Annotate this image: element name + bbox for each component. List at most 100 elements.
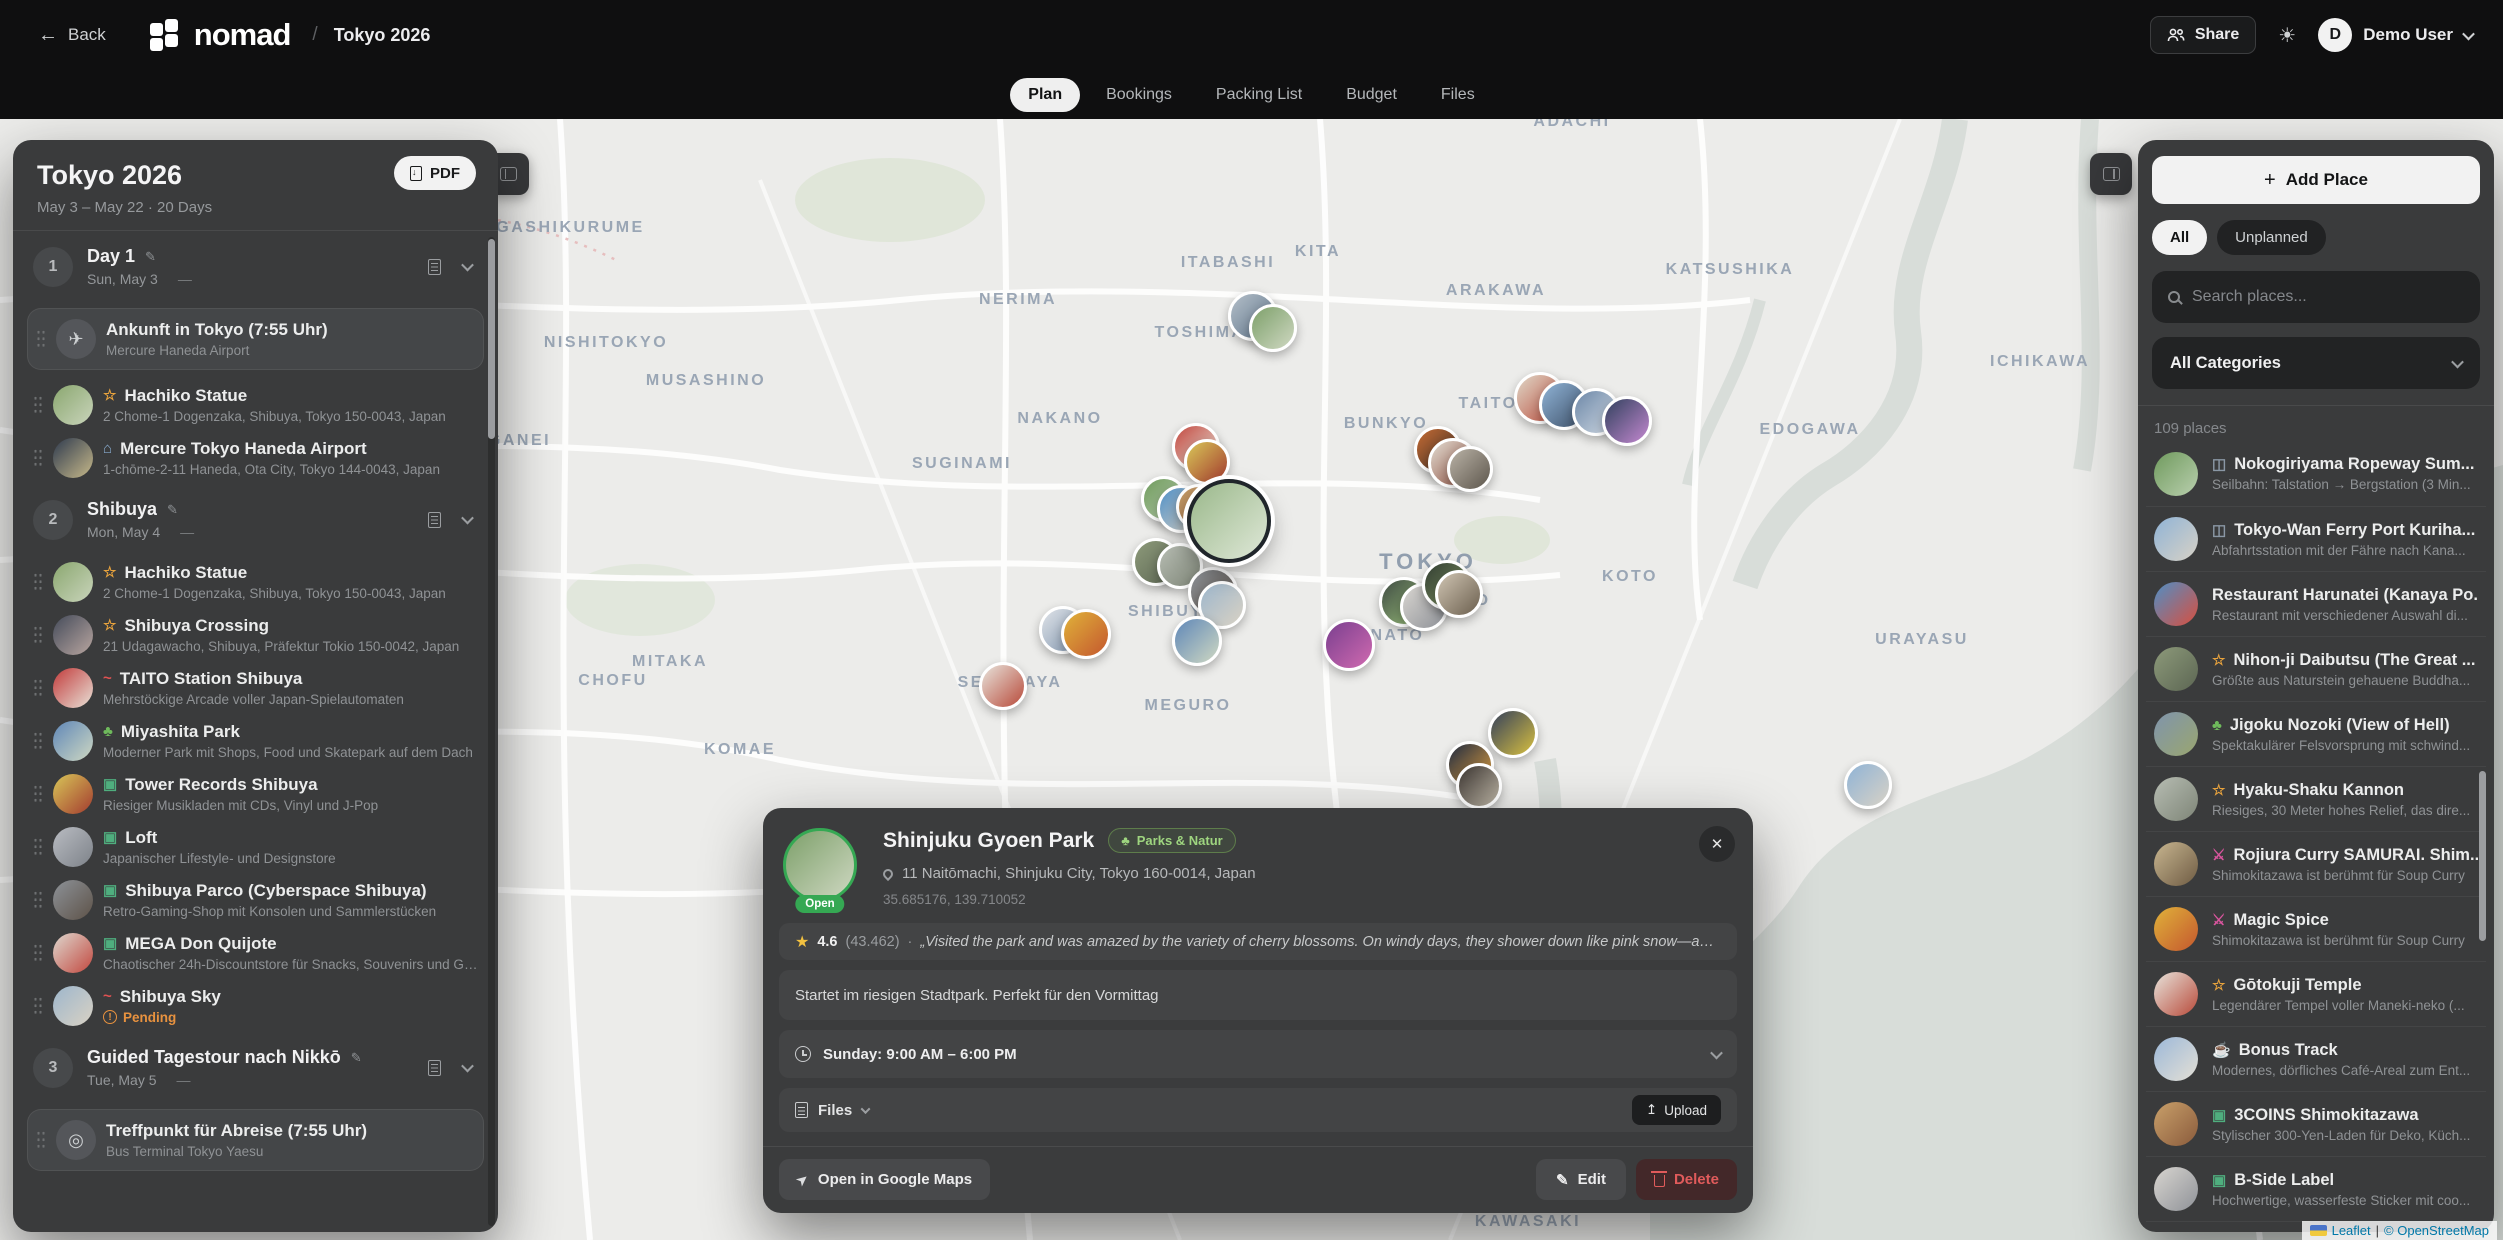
map-marker[interactable] xyxy=(1061,609,1111,659)
export-pdf-button[interactable]: PDF xyxy=(394,156,476,190)
place-list-item[interactable]: ⚔Rojiura Curry SAMURAI. Shim... Shimokit… xyxy=(2146,831,2486,896)
map-marker[interactable] xyxy=(1435,570,1483,618)
day-number-badge: 2 xyxy=(33,500,73,540)
map-marker-selected[interactable] xyxy=(1187,479,1271,563)
close-button[interactable]: ✕ xyxy=(1699,826,1735,862)
drag-handle-icon[interactable] xyxy=(36,329,46,349)
chevron-down-icon[interactable] xyxy=(461,1060,474,1073)
scrollbar-thumb[interactable] xyxy=(2479,771,2486,941)
day-header[interactable]: 3 Guided Tagestour nach Nikkō ✎ Tue, May… xyxy=(13,1032,498,1103)
chevron-down-icon xyxy=(861,1104,871,1114)
user-menu[interactable]: D Demo User xyxy=(2318,18,2473,52)
tab-files[interactable]: Files xyxy=(1423,78,1493,112)
category-filter-dropdown[interactable]: All Categories xyxy=(2152,337,2480,389)
place-list[interactable]: ◫Nokogiriyama Ropeway Sum... Seilbahn: T… xyxy=(2146,441,2486,1232)
day-notes-icon[interactable] xyxy=(428,512,441,528)
drag-handle-icon[interactable] xyxy=(33,996,43,1016)
map-marker[interactable] xyxy=(1249,304,1297,352)
itinerary-item[interactable]: ▣Tower Records Shibuya Riesiger Musiklad… xyxy=(25,767,486,820)
upload-button[interactable]: ↥ Upload xyxy=(1632,1095,1721,1125)
tab-budget[interactable]: Budget xyxy=(1328,78,1415,112)
itinerary-item[interactable]: ▣MEGA Don Quijote Chaotischer 24h-Discou… xyxy=(25,926,486,979)
right-panel-collapse-button[interactable] xyxy=(2090,153,2132,195)
itinerary-item[interactable]: ☆Hachiko Statue 2 Chome-1 Dogenzaka, Shi… xyxy=(25,378,486,431)
drag-handle-icon[interactable] xyxy=(33,943,43,963)
open-google-maps-button[interactable]: ➤ Open in Google Maps xyxy=(779,1159,990,1200)
search-input[interactable] xyxy=(2192,288,2464,306)
back-button[interactable]: ← Back xyxy=(38,25,106,45)
place-list-item[interactable]: ☆Gōtokuji Temple Legendärer Tempel volle… xyxy=(2146,961,2486,1026)
drag-handle-icon[interactable] xyxy=(33,572,43,592)
map-marker[interactable] xyxy=(1172,616,1222,666)
map-marker[interactable] xyxy=(1184,439,1230,485)
map-marker[interactable] xyxy=(1844,761,1892,809)
user-name: Demo User xyxy=(2363,25,2453,45)
note-field[interactable]: Startet im riesigen Stadtpark. Perfekt f… xyxy=(779,970,1737,1020)
brand[interactable]: nomad xyxy=(150,17,291,53)
theme-toggle-sun-icon[interactable]: ☀ xyxy=(2278,23,2296,48)
category-icon: ▣ xyxy=(2212,1108,2226,1123)
chevron-down-icon[interactable] xyxy=(461,259,474,272)
itinerary-event[interactable]: ✈ Ankunft in Tokyo (7:55 Uhr) Mercure Ha… xyxy=(27,308,484,370)
map-marker[interactable] xyxy=(1488,708,1538,758)
edit-pencil-icon[interactable]: ✎ xyxy=(167,502,178,518)
map-marker[interactable] xyxy=(1602,396,1652,446)
drag-handle-icon[interactable] xyxy=(33,784,43,804)
edit-pencil-icon[interactable]: ✎ xyxy=(145,249,156,265)
drag-handle-icon[interactable] xyxy=(33,395,43,415)
drag-handle-icon[interactable] xyxy=(33,731,43,751)
itinerary-item[interactable]: ▣Shibuya Parco (Cyberspace Shibuya) Retr… xyxy=(25,873,486,926)
map-marker[interactable] xyxy=(979,662,1027,710)
place-list-item[interactable]: ⚔Magic Spice Shimokitazawa ist berühmt f… xyxy=(2146,896,2486,961)
osm-link[interactable]: © OpenStreetMap xyxy=(2384,1223,2489,1238)
place-list-item[interactable]: Restaurant Harunatei (Kanaya Po... Resta… xyxy=(2146,571,2486,636)
day-notes-icon[interactable] xyxy=(428,1060,441,1076)
category-icon: ☆ xyxy=(103,618,116,633)
drag-handle-icon[interactable] xyxy=(33,448,43,468)
filter-pill-unplanned[interactable]: Unplanned xyxy=(2217,220,2326,255)
add-place-button[interactable]: + Add Place xyxy=(2152,156,2480,204)
place-list-item[interactable]: ▣3COINS Shimokitazawa Stylischer 300-Yen… xyxy=(2146,1091,2486,1156)
day-notes-icon[interactable] xyxy=(428,259,441,275)
edit-pencil-icon[interactable]: ✎ xyxy=(351,1050,362,1066)
filter-pill-all[interactable]: All xyxy=(2152,220,2207,255)
map-marker[interactable] xyxy=(1456,763,1502,809)
place-list-item[interactable]: ▣B-Side Label Hochwertige, wasserfeste S… xyxy=(2146,1156,2486,1221)
day-header[interactable]: 1 Day 1 ✎ Sun, May 3 — xyxy=(13,231,498,302)
map-marker[interactable] xyxy=(1323,619,1375,671)
drag-handle-icon[interactable] xyxy=(36,1130,46,1150)
share-button[interactable]: Share xyxy=(2150,16,2256,54)
place-list-item[interactable]: ☕Bonus Track Modernes, dörfliches Café-A… xyxy=(2146,1026,2486,1091)
leaflet-link[interactable]: Leaflet xyxy=(2332,1223,2371,1238)
itinerary-item[interactable]: ~Shibuya Sky Pending xyxy=(25,979,486,1032)
place-list-item[interactable]: ◫Tokyo-Wan Ferry Port Kuriha... Abfahrts… xyxy=(2146,506,2486,571)
day-list[interactable]: 1 Day 1 ✎ Sun, May 3 — ✈ Ankunft in Toky… xyxy=(13,231,498,1232)
drag-handle-icon[interactable] xyxy=(33,837,43,857)
tab-packing-list[interactable]: Packing List xyxy=(1198,78,1320,112)
itinerary-item[interactable]: ☆Shibuya Crossing 21 Udagawacho, Shibuya… xyxy=(25,608,486,661)
opening-hours-row[interactable]: Sunday: 9:00 AM – 6:00 PM xyxy=(779,1030,1737,1078)
itinerary-item[interactable]: ⌂Mercure Tokyo Haneda Airport 1-chōme-2-… xyxy=(25,431,486,484)
files-row[interactable]: Files ↥ Upload xyxy=(779,1088,1737,1132)
place-list-item[interactable]: ◫Nokogiriyama Ropeway Sum... Seilbahn: T… xyxy=(2146,441,2486,506)
place-list-item[interactable]: ☆Nihon-ji Daibutsu (The Great ... Größte… xyxy=(2146,636,2486,701)
search-box[interactable] xyxy=(2152,271,2480,323)
itinerary-item[interactable]: ▣Loft Japanischer Lifestyle- und Designs… xyxy=(25,820,486,873)
drag-handle-icon[interactable] xyxy=(33,678,43,698)
tab-bookings[interactable]: Bookings xyxy=(1088,78,1190,112)
map-marker[interactable] xyxy=(1447,446,1493,492)
edit-button[interactable]: ✎ Edit xyxy=(1536,1159,1626,1200)
delete-button[interactable]: Delete xyxy=(1636,1159,1737,1200)
itinerary-item[interactable]: ~TAITO Station Shibuya Mehrstöckige Arca… xyxy=(25,661,486,714)
drag-handle-icon[interactable] xyxy=(33,625,43,645)
itinerary-item[interactable]: ♣Miyashita Park Moderner Park mit Shops,… xyxy=(25,714,486,767)
tab-plan[interactable]: Plan xyxy=(1010,78,1080,112)
itinerary-event[interactable]: ◎ Treffpunkt für Abreise (7:55 Uhr) Bus … xyxy=(27,1109,484,1171)
chevron-down-icon[interactable] xyxy=(461,512,474,525)
place-list-item[interactable]: ☆Hyaku-Shaku Kannon Riesiges, 30 Meter h… xyxy=(2146,766,2486,831)
day-header[interactable]: 2 Shibuya ✎ Mon, May 4 — xyxy=(13,484,498,555)
scrollbar-thumb[interactable] xyxy=(488,239,495,439)
itinerary-item[interactable]: ☆Hachiko Statue 2 Chome-1 Dogenzaka, Shi… xyxy=(25,555,486,608)
place-list-item[interactable]: ♣Jigoku Nozoki (View of Hell) Spektakulä… xyxy=(2146,701,2486,766)
drag-handle-icon[interactable] xyxy=(33,890,43,910)
